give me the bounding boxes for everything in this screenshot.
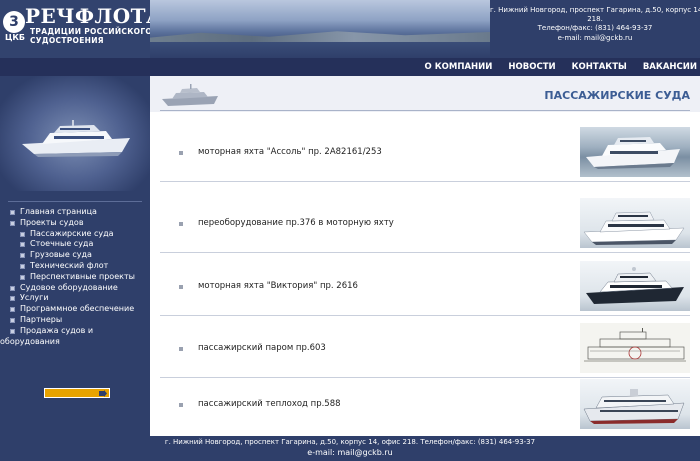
project-thumbnail[interactable] [580,261,690,311]
list-item: пассажирский теплоход пр.588 [160,374,690,432]
top-nav-list: О КОМПАНИИ НОВОСТИ КОНТАКТЫ ВАКАНСИИ [425,58,697,76]
menu-bullet-icon [20,231,25,237]
header-phone: Телефон/факс: (831) 464-93-37 [537,24,653,32]
ship-image [583,389,685,424]
menu-item-cargo[interactable]: Грузовые суда [10,250,150,261]
menu-item-stationary[interactable]: Стоечные суда [10,239,150,250]
menu-bullet-icon [20,253,25,259]
logo-title: РЕЧФЛОТА [25,4,163,28]
ship-icon [162,84,218,106]
menu-bullet-icon [10,296,15,302]
list-bullet-icon [179,151,183,155]
menu-item-projects[interactable]: Проекты судов [10,218,150,229]
menu-item-passenger[interactable]: Пассажирские суда [10,229,150,240]
arrow-button[interactable] [44,388,110,398]
footer-address: г. Нижний Новгород, проспект Гагарина, д… [164,438,536,446]
menu-bullet-icon [20,242,25,248]
site-header: 3 ЦКБ РЕЧФЛОТА ТРАДИЦИИ РОССИЙСКОГО СУДО… [0,0,700,58]
menu-bullet-icon [20,274,25,280]
list-bullet-icon [179,222,183,226]
site-footer: г. Нижний Новгород, проспект Гагарина, д… [0,436,700,461]
logo-subtitle: ТРАДИЦИИ РОССИЙСКОГО [30,27,153,36]
list-item: пассажирский паром пр.603 [160,318,690,378]
row-divider [160,181,690,182]
project-link[interactable]: пассажирский паром пр.603 [198,343,326,353]
list-bullet-icon [179,403,183,407]
menu-item-technical[interactable]: Технический флот [10,261,150,272]
menu-item-software[interactable]: Программное обеспечение [10,304,150,315]
sidebar-menu: Главная страница Проекты судов Пассажирс… [0,207,150,348]
yacht-image [586,137,680,169]
ship-icon [22,120,130,157]
nav-news[interactable]: НОВОСТИ [508,62,555,72]
banner-water [150,42,490,58]
project-link[interactable]: пассажирский теплоход пр.588 [198,399,341,409]
menu-item-partners[interactable]: Партнеры [10,315,150,326]
nav-about[interactable]: О КОМПАНИИ [425,62,493,72]
project-link[interactable]: переоборудование пр.376 в моторную яхту [198,218,394,228]
menu-item-services[interactable]: Услуги [10,293,150,304]
menu-item-equipment[interactable]: Судовое оборудование [10,283,150,294]
menu-item-sales[interactable]: Продажа судов и оборудования [0,326,150,348]
row-divider [160,315,690,316]
top-nav: О КОМПАНИИ НОВОСТИ КОНТАКТЫ ВАКАНСИИ [0,58,700,76]
arrow-right-icon [99,390,107,397]
project-thumbnail[interactable] [580,198,690,248]
menu-bullet-icon [10,307,15,313]
logo-subtitle: СУДОСТРОЕНИЯ [30,36,104,45]
page: 3 ЦКБ РЕЧФЛОТА ТРАДИЦИИ РОССИЙСКОГО СУДО… [0,0,700,461]
header-address: г. Нижний Новгород, проспект Гагарина, д… [490,6,700,14]
header-contacts: г. Нижний Новгород, проспект Гагарина, д… [490,0,700,58]
list-item: переоборудование пр.376 в моторную яхту [160,193,690,253]
logo-badge-icon: 3 [3,11,25,33]
menu-bullet-icon [20,263,25,269]
yacht-image [586,267,684,304]
page-title: ПАССАЖИРСКИЕ СУДА [544,89,690,102]
row-divider [160,252,690,253]
menu-item-prospective[interactable]: Перспективные проекты [10,272,150,283]
logo-badge-text: ЦКБ [4,33,26,42]
project-thumbnail[interactable] [580,323,690,373]
logo[interactable]: 3 ЦКБ РЕЧФЛОТА ТРАДИЦИИ РОССИЙСКОГО СУДО… [0,0,162,58]
footer-email[interactable]: e-mail: mail@gckb.ru [0,448,700,457]
project-link[interactable]: моторная яхта "Ассоль" пр. 2А82161/253 [198,147,382,157]
project-thumbnail[interactable] [580,379,690,429]
yacht-image [583,211,685,245]
header-email[interactable]: e-mail: mail@gckb.ru [490,34,700,42]
nav-contacts[interactable]: КОНТАКТЫ [572,62,627,72]
sidebar-ship-photo [0,76,150,191]
ferry-drawing-image [584,328,686,362]
menu-bullet-icon [10,317,15,323]
sidebar-divider [8,201,142,202]
header-address: 218. [587,15,603,23]
menu-bullet-icon [10,285,15,291]
main-content: ПАССАЖИРСКИЕ СУДА моторная яхта "Ассоль"… [150,76,700,436]
list-item: моторная яхта "Ассоль" пр. 2А82161/253 [160,122,690,182]
list-bullet-icon [179,285,183,289]
header-divider [160,110,690,111]
list-bullet-icon [179,347,183,351]
section-header: ПАССАЖИРСКИЕ СУДА [150,76,700,112]
project-link[interactable]: моторная яхта "Виктория" пр. 2616 [198,281,358,291]
project-thumbnail[interactable] [580,127,690,177]
nav-vacancies[interactable]: ВАКАНСИИ [643,62,697,72]
header-banner-photo [150,0,490,58]
menu-bullet-icon [10,328,15,334]
sidebar: Главная страница Проекты судов Пассажирс… [0,76,150,436]
menu-item-home[interactable]: Главная страница [10,207,150,218]
menu-bullet-icon [10,210,15,215]
menu-bullet-icon [10,220,15,226]
list-item: моторная яхта "Виктория" пр. 2616 [160,256,690,316]
